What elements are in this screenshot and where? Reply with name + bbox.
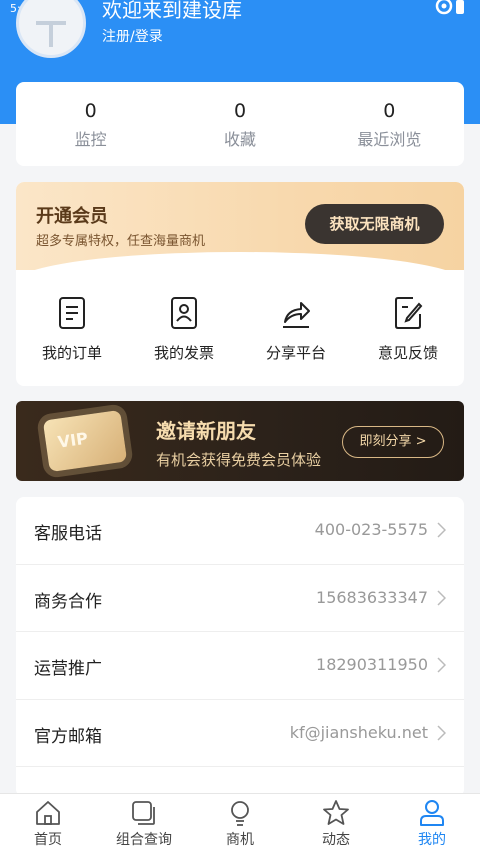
quick-item-invoices[interactable]: 我的发票 (128, 294, 240, 374)
member-subtitle: 超多专属特权，任查海量商机 (36, 234, 206, 249)
quick-actions: 我的订单 我的发票 分享平台 意见反馈 (16, 294, 464, 374)
star-icon (323, 800, 349, 825)
invoice-icon (171, 297, 197, 329)
tab-home[interactable]: 首页 (0, 794, 96, 853)
menu-row-label: 官方邮箱 (34, 726, 102, 747)
stat-label: 收藏 (223, 130, 256, 149)
chevron-right-icon (437, 657, 446, 673)
tab-opportunities[interactable]: 商机 (192, 794, 288, 853)
quick-item-label: 我的订单 (41, 344, 102, 362)
stat-label: 最近浏览 (357, 130, 422, 149)
tab-label: 动态 (322, 832, 350, 848)
get-membership-button[interactable]: 获取无限商机 (305, 204, 444, 244)
menu-row-business[interactable]: 商务合作 15683633347 (16, 565, 464, 632)
avatar[interactable] (16, 0, 86, 58)
member-card: 开通会员 超多专属特权，任查海量商机 获取无限商机 我的订单 我的发票 分享平台… (16, 182, 464, 386)
chevron-right-icon (437, 724, 446, 741)
tab-label: 组合查询 (116, 832, 172, 848)
quick-item-label: 意见反馈 (377, 344, 438, 362)
vip-card-icon: VIP (42, 409, 128, 473)
invite-subtitle: 有机会获得免费会员体验 (156, 451, 322, 469)
tab-label: 首页 (34, 832, 62, 848)
stats-card: 0 监控 0 收藏 0 最近浏览 (16, 82, 464, 166)
login-link[interactable]: 注册/登录 (102, 26, 163, 46)
home-icon (36, 801, 60, 825)
tab-mine[interactable]: 我的 (384, 794, 480, 853)
quick-item-feedback[interactable]: 意见反馈 (352, 294, 464, 374)
combine-query-icon (132, 801, 155, 825)
quick-item-label: 分享平台 (265, 344, 326, 362)
chevron-right-icon (437, 589, 446, 606)
quick-item-label: 我的发票 (153, 344, 214, 362)
share-now-button[interactable]: 即刻分享 > (342, 426, 444, 458)
menu-row-label: 运营推广 (34, 659, 102, 679)
tab-news[interactable]: 动态 (288, 794, 384, 853)
quick-item-share[interactable]: 分享平台 (240, 294, 352, 374)
invite-banner[interactable]: VIP 邀请新朋友 有机会获得免费会员体验 即刻分享 > (16, 401, 464, 481)
stat-recent[interactable]: 0 最近浏览 (315, 82, 464, 166)
menu-row-value: 400-023-5575 (314, 520, 428, 539)
settings-icon[interactable] (432, 0, 468, 18)
feedback-icon (395, 297, 423, 329)
quick-item-orders[interactable]: 我的订单 (16, 294, 128, 374)
chevron-right-icon (437, 522, 446, 538)
stat-favorites[interactable]: 0 收藏 (165, 82, 314, 166)
tab-label: 我的 (418, 832, 446, 848)
stat-monitor[interactable]: 0 监控 (16, 82, 165, 166)
menu-row-value: 18290311950 (316, 655, 428, 674)
member-title: 开通会员 (36, 206, 108, 227)
stat-label: 监控 (74, 130, 107, 149)
stat-value: 0 (233, 100, 247, 122)
menu-row-email[interactable]: 官方邮箱 kf@jiansheku.net (16, 700, 464, 767)
vip-card-text: VIP (56, 428, 90, 452)
menu-row-value: kf@jiansheku.net (289, 722, 428, 742)
contact-menu: 客服电话 400-023-5575 商务合作 15683633347 运营推广 … (16, 497, 464, 797)
share-icon (283, 302, 310, 328)
stat-value: 0 (383, 100, 396, 122)
menu-row-label: 商务合作 (34, 591, 102, 612)
lightbulb-icon (231, 801, 249, 826)
menu-row-label: 客服电话 (34, 524, 102, 544)
menu-row-value: 15683633347 (316, 587, 428, 607)
invite-title: 邀请新朋友 (156, 419, 256, 443)
menu-row-service-phone[interactable]: 客服电话 400-023-5575 (16, 497, 464, 565)
stat-value: 0 (84, 100, 97, 122)
member-banner[interactable]: 开通会员 超多专属特权，任查海量商机 获取无限商机 (16, 182, 464, 282)
welcome-title: 欢迎来到建设库 (102, 0, 242, 22)
order-icon (59, 297, 85, 329)
menu-row-promotion[interactable]: 运营推广 18290311950 (16, 632, 464, 700)
tab-label: 商机 (226, 832, 254, 848)
user-icon (420, 800, 444, 826)
bottom-tab-bar: 首页 组合查询 商机 动态 我的 (0, 793, 480, 853)
tab-combine-query[interactable]: 组合查询 (96, 794, 192, 853)
